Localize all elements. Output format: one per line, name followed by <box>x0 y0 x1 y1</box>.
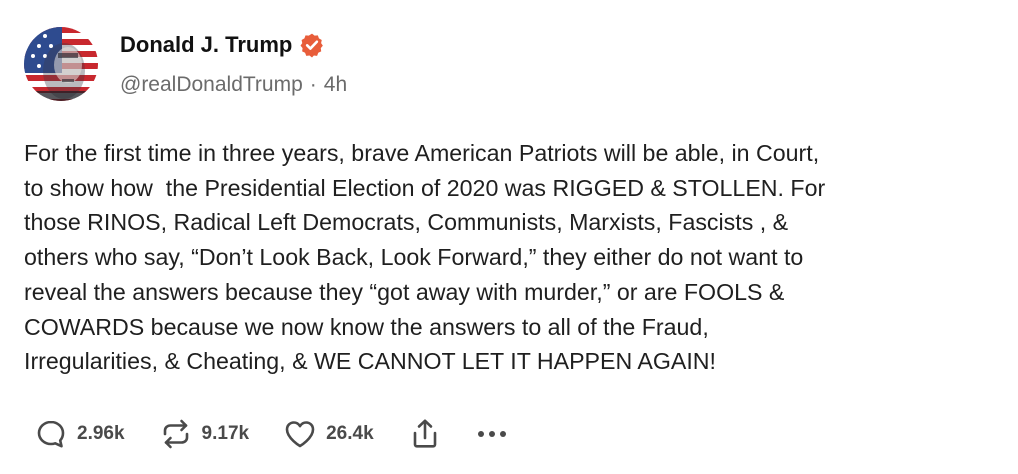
avatar-image <box>24 27 98 101</box>
share-button[interactable] <box>408 417 442 451</box>
post-card: Donald J. Trump @realDonaldTrump · 4h Fo… <box>0 0 1018 474</box>
reply-count: 2.96k <box>77 423 125 444</box>
meta-separator: · <box>309 73 317 96</box>
display-name[interactable]: Donald J. Trump <box>120 32 292 58</box>
share-upload-icon <box>408 417 442 451</box>
post-text: For the first time in three years, brave… <box>24 140 826 375</box>
retruth-button[interactable]: 9.17k <box>159 417 250 451</box>
user-handle[interactable]: @realDonaldTrump <box>120 73 303 97</box>
timestamp[interactable]: 4h <box>324 73 347 97</box>
name-row: Donald J. Trump <box>120 30 347 60</box>
reply-bubble-icon <box>34 417 68 451</box>
retruth-count: 9.17k <box>201 423 250 444</box>
more-dots-icon <box>472 417 512 451</box>
heart-icon <box>283 417 317 451</box>
action-bar: 2.96k 9.17k 26.4k <box>34 414 546 454</box>
avatar[interactable] <box>24 27 98 101</box>
verified-badge-icon <box>299 32 325 58</box>
meta-row: @realDonaldTrump · 4h <box>120 72 347 98</box>
more-options-button[interactable] <box>472 417 512 451</box>
like-button[interactable]: 26.4k <box>283 417 374 451</box>
reply-button[interactable]: 2.96k <box>34 417 125 451</box>
author-block: Donald J. Trump @realDonaldTrump · 4h <box>120 30 347 98</box>
like-count: 26.4k <box>326 423 374 444</box>
retruth-arrows-icon <box>159 417 193 451</box>
